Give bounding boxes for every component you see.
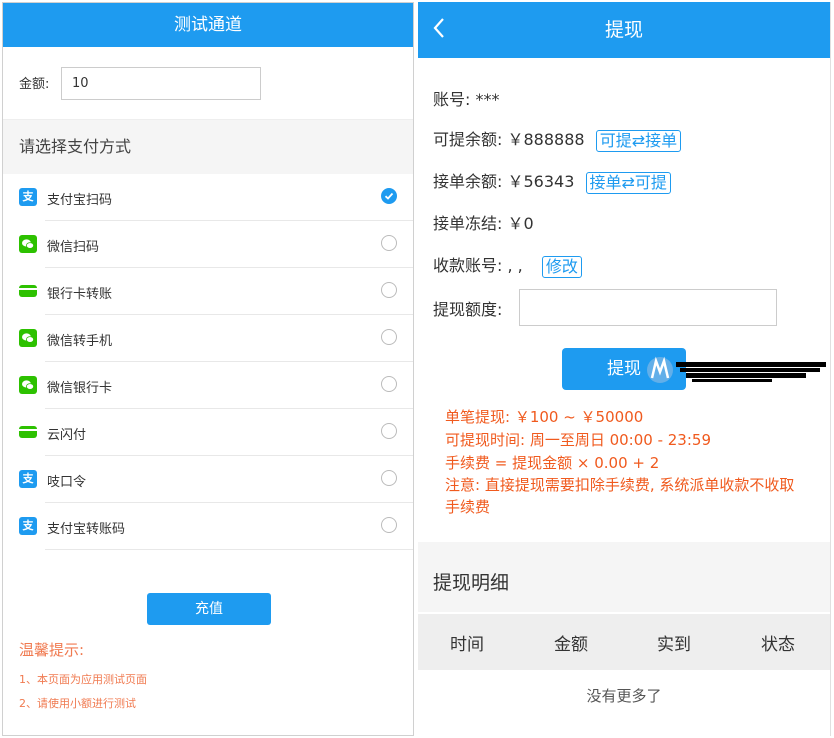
radio-icon[interactable] <box>381 517 397 533</box>
modify-button[interactable]: 修改 <box>541 255 582 278</box>
radio-icon[interactable] <box>381 470 397 486</box>
pay-method-section-title: 请选择支付方式 <box>3 120 413 174</box>
rule-fee: 手续费 = 提现金额 × 0.00 + 2 <box>445 454 660 472</box>
radio-icon[interactable] <box>381 282 397 298</box>
withdraw-title: 提现 <box>604 19 643 41</box>
account-label: 账号: <box>433 90 471 109</box>
wechat-icon <box>19 235 37 253</box>
pay-method-label: 银行卡转账 <box>47 287 113 302</box>
pay-method-label: 吱口令 <box>47 475 87 490</box>
column-received: 实到 <box>657 635 691 655</box>
pay-method-item[interactable]: 微信转手机 <box>19 315 413 362</box>
pay-method-label: 支付宝转账码 <box>47 522 126 537</box>
pay-method-item[interactable]: 银行卡转账 <box>19 268 413 315</box>
radio-icon[interactable] <box>381 423 397 439</box>
order-balance-value: ￥56343 <box>507 172 575 191</box>
available-balance-row: 可提余额: ￥888888 可提⇄接单 <box>433 126 682 152</box>
account-value: *** <box>475 90 500 109</box>
frozen-balance-value: ￥0 <box>507 214 534 233</box>
tip-line: 1、本页面为应用测试页面 <box>19 673 147 686</box>
transfer-to-order-button[interactable]: 可提⇄接单 <box>595 129 682 152</box>
bank-card-icon <box>19 285 37 297</box>
wechat-icon <box>19 329 37 347</box>
tip-line: 2、请使用小额进行测试 <box>19 697 136 710</box>
test-channel-panel: 测试通道 金额: 10 请选择支付方式 支 支付宝扫码 微信扫码 银行卡转账 微… <box>2 2 414 736</box>
frozen-balance-row: 接单冻结: ￥0 <box>433 210 534 234</box>
pay-method-item[interactable]: 微信银行卡 <box>19 362 413 409</box>
pay-method-label: 微信转手机 <box>47 334 113 349</box>
recharge-button[interactable]: 充值 <box>147 593 271 625</box>
detail-table-header: 时间 金额 实到 状态 <box>418 614 830 670</box>
radio-checked-icon[interactable] <box>381 188 397 204</box>
rule-single-limit: 单笔提现: ￥100 ~ ￥50000 <box>445 408 644 426</box>
withdraw-header: 提现 <box>418 2 830 58</box>
column-status: 状态 <box>761 635 795 655</box>
radio-icon[interactable] <box>381 235 397 251</box>
wechat-icon <box>19 376 37 394</box>
withdraw-amount-label: 提现额度: <box>433 300 503 319</box>
alipay-icon: 支 <box>19 517 37 535</box>
available-balance-value: ￥888888 <box>507 130 585 149</box>
order-balance-label: 接单余额: <box>433 172 503 191</box>
rule-note: 注意: 直接提现需要扣除手续费, 系统派单收款不收取手续费 <box>445 476 795 516</box>
radio-icon[interactable] <box>381 376 397 392</box>
watermark-logo <box>646 348 826 392</box>
pay-method-label: 微信扫码 <box>47 240 100 255</box>
pay-method-item[interactable]: 支 吱口令 <box>19 456 413 503</box>
rule-time: 可提现时间: 周一至周日 00:00 - 23:59 <box>445 431 711 449</box>
pay-method-item[interactable]: 微信扫码 <box>19 221 413 268</box>
receive-account-label: 收款账号: <box>433 256 503 275</box>
alipay-icon: 支 <box>19 470 37 488</box>
pay-method-item[interactable]: 云闪付 <box>19 409 413 456</box>
pay-method-item[interactable]: 支 支付宝转账码 <box>19 503 413 550</box>
pay-method-item[interactable]: 支 支付宝扫码 <box>19 174 413 221</box>
pay-method-label: 支付宝扫码 <box>47 193 113 208</box>
pay-method-label: 云闪付 <box>47 428 87 443</box>
withdraw-amount-input[interactable] <box>519 289 777 326</box>
alipay-icon: 支 <box>19 188 37 206</box>
frozen-balance-label: 接单冻结: <box>433 214 503 233</box>
left-header-title: 测试通道 <box>3 3 413 47</box>
pay-method-label: 微信银行卡 <box>47 381 113 396</box>
order-balance-row: 接单余额: ￥56343 接单⇄可提 <box>433 168 671 194</box>
receive-account-row: 收款账号: , , 修改 <box>433 252 582 278</box>
tips-title: 温馨提示: <box>19 641 85 659</box>
receive-account-value: , , <box>507 256 523 275</box>
amount-input[interactable]: 10 <box>61 67 261 100</box>
transfer-to-available-button[interactable]: 接单⇄可提 <box>585 171 671 194</box>
account-row: 账号: *** <box>433 86 500 110</box>
withdraw-panel: 提现 账号: *** 可提余额: ￥888888 可提⇄接单 接单余额: ￥56… <box>418 2 831 736</box>
radio-icon[interactable] <box>381 329 397 345</box>
available-balance-label: 可提余额: <box>433 130 503 149</box>
empty-list-text: 没有更多了 <box>586 687 662 705</box>
column-time: 时间 <box>450 635 484 655</box>
withdraw-detail-title: 提现明细 <box>433 572 510 594</box>
amount-row: 金额: 10 <box>3 47 413 120</box>
amount-label: 金额: <box>19 77 50 92</box>
pay-method-list: 支 支付宝扫码 微信扫码 银行卡转账 微信转手机 微信银行卡 云闪付 支 吱口令… <box>3 174 413 550</box>
bank-card-icon <box>19 426 37 438</box>
column-amount: 金额 <box>554 635 588 655</box>
